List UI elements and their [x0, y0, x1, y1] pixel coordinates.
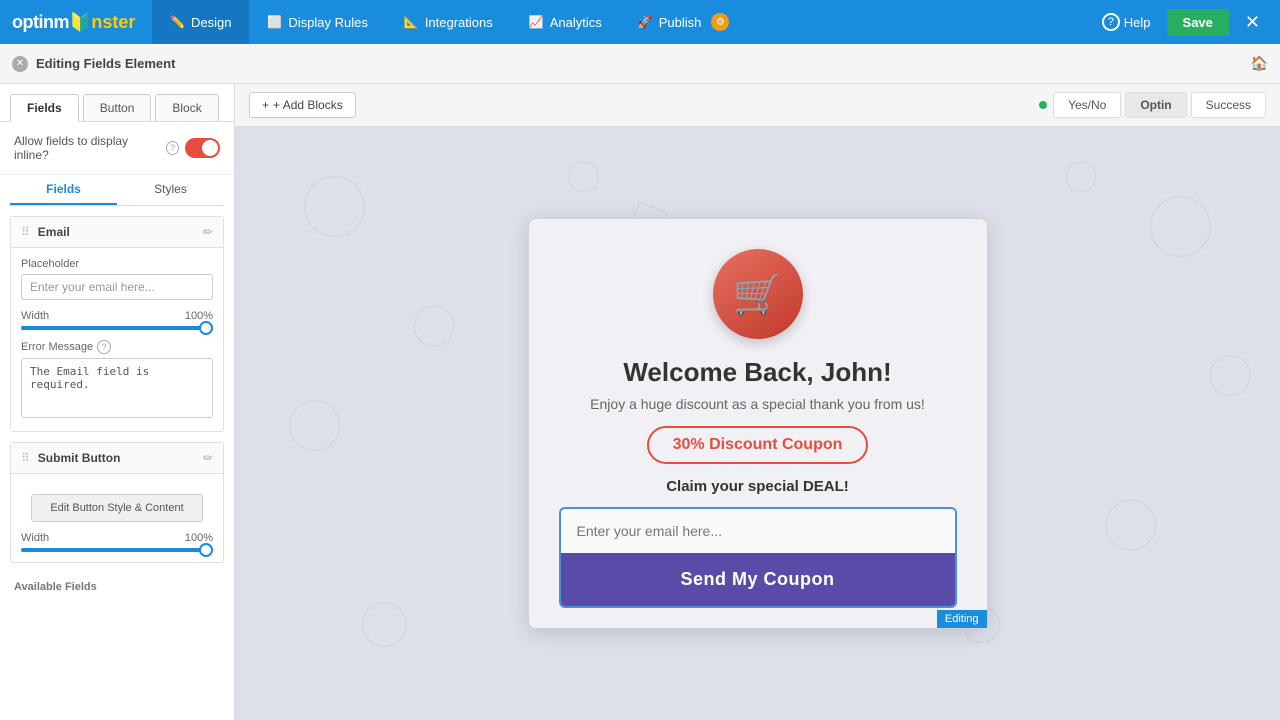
sub-header: ✕ Editing Fields Element 🏠 — [0, 44, 1280, 84]
email-slider-thumb[interactable] — [199, 321, 213, 335]
email-field-header: ⠿ Email ✏ — [11, 217, 223, 248]
publish-icon: 🚀 — [638, 15, 653, 29]
error-msg-label: Error Message — [21, 341, 93, 353]
save-button[interactable]: Save — [1167, 9, 1229, 36]
inline-help-icon[interactable]: ? — [166, 141, 180, 155]
error-help-icon[interactable]: ? — [97, 340, 111, 354]
panel-tabs: Fields Button Block — [0, 84, 234, 122]
placeholder-label: Placeholder — [21, 258, 213, 270]
email-edit-pencil[interactable]: ✏ — [203, 225, 213, 239]
logo-monster: 🔰nster — [69, 12, 135, 33]
active-dot — [1039, 101, 1047, 109]
integrations-icon: 📐 — [404, 15, 419, 29]
nav-tabs: ✏️ Design ⬜ Display Rules 📐 Integrations… — [152, 0, 1094, 44]
submit-block-body: Edit Button Style & Content Width 100% — [11, 474, 223, 562]
panel-tab-fields[interactable]: Fields — [10, 94, 79, 122]
submit-edit-pencil[interactable]: ✏ — [203, 451, 213, 465]
submit-width-slider[interactable] — [21, 548, 213, 552]
email-field-body: Placeholder Width 100% Error Message ? T… — [11, 248, 223, 431]
design-icon: ✏️ — [170, 15, 185, 29]
toggle-knob — [202, 140, 218, 156]
nav-tab-publish[interactable]: 🚀 Publish ⚙ — [620, 0, 748, 44]
inline-toggle-switch[interactable] — [185, 138, 220, 158]
submit-block-title: Submit Button — [38, 451, 121, 465]
popup-title: Welcome Back, John! — [623, 357, 891, 388]
help-button[interactable]: ? Help — [1094, 9, 1159, 35]
canvas-area: 🛒 Welcome Back, John! Enjoy a huge disco… — [235, 127, 1280, 720]
cart-icon: 🛒 — [733, 271, 783, 318]
help-icon: ? — [1102, 13, 1120, 31]
submit-block-header: ⠿ Submit Button ✏ — [11, 443, 223, 474]
email-width-label: Width — [21, 310, 49, 322]
fs-tab-fields[interactable]: Fields — [10, 175, 117, 205]
email-field-title: Email — [38, 225, 70, 239]
panel-tab-button[interactable]: Button — [83, 94, 152, 121]
logo: optinm🔰nster — [12, 12, 152, 33]
close-editing-button[interactable]: ✕ — [12, 56, 28, 72]
submit-drag-handle[interactable]: ⠿ — [21, 451, 30, 465]
submit-slider-fill — [21, 548, 213, 552]
view-tab-yes-no[interactable]: Yes/No — [1053, 92, 1121, 118]
error-textarea[interactable]: The Email field is required. — [21, 358, 213, 418]
popup-card: 🛒 Welcome Back, John! Enjoy a huge disco… — [528, 218, 988, 629]
nav-tab-analytics[interactable]: 📈 Analytics — [511, 0, 620, 44]
popup-submit-button[interactable]: Send My Coupon — [561, 553, 955, 606]
submit-width-row: Width 100% — [21, 532, 213, 544]
inline-toggle-label: Allow fields to display inline? — [14, 134, 160, 162]
error-msg-row: Error Message ? — [21, 340, 213, 354]
available-fields-label: Available Fields — [0, 573, 234, 593]
coupon-badge: 30% Discount Coupon — [647, 426, 869, 464]
nav-right: ? Help Save ✕ — [1094, 8, 1268, 37]
popup-icon-wrap: 🛒 — [713, 249, 803, 339]
popup-subtitle: Enjoy a huge discount as a special thank… — [590, 396, 925, 412]
nav-tab-integrations[interactable]: 📐 Integrations — [386, 0, 511, 44]
email-width-row: Width 100% — [21, 310, 213, 322]
home-icon[interactable]: 🏠 — [1251, 55, 1268, 72]
email-slider-fill — [21, 326, 213, 330]
email-field-block: ⠿ Email ✏ Placeholder Width 100% Error M… — [10, 216, 224, 432]
fs-tab-styles[interactable]: Styles — [117, 175, 224, 205]
editing-label: Editing Fields Element — [36, 56, 175, 71]
inline-toggle-row: Allow fields to display inline? ? — [0, 122, 234, 175]
fields-styles-tabs: Fields Styles — [10, 175, 224, 206]
center-canvas: + + Add Blocks Yes/No Optin Success — [235, 84, 1280, 720]
display-rules-icon: ⬜ — [267, 15, 282, 29]
add-blocks-button[interactable]: + + Add Blocks — [249, 92, 356, 118]
submit-width-value: 100% — [185, 532, 213, 544]
panel-tab-block[interactable]: Block — [155, 94, 218, 121]
view-tab-success[interactable]: Success — [1191, 92, 1266, 118]
email-width-value: 100% — [185, 310, 213, 322]
placeholder-input[interactable] — [21, 274, 213, 300]
popup-email-input[interactable] — [561, 509, 955, 553]
main-layout: Fields Button Block Allow fields to disp… — [0, 84, 1280, 720]
logo-text: optinm — [12, 12, 69, 33]
publish-badge: ⚙ — [711, 13, 729, 31]
claim-text: Claim your special DEAL! — [666, 478, 849, 495]
popup-form: Send My Coupon Editing — [559, 507, 957, 608]
email-drag-handle[interactable]: ⠿ — [21, 225, 30, 239]
plus-icon: + — [262, 98, 269, 112]
submit-button-block: ⠿ Submit Button ✏ Edit Button Style & Co… — [10, 442, 224, 563]
top-nav: optinm🔰nster ✏️ Design ⬜ Display Rules 📐… — [0, 0, 1280, 44]
submit-slider-thumb[interactable] — [199, 543, 213, 557]
canvas-toolbar: + + Add Blocks Yes/No Optin Success — [235, 84, 1280, 127]
analytics-icon: 📈 — [529, 15, 544, 29]
close-nav-button[interactable]: ✕ — [1237, 8, 1268, 37]
edit-button-style-button[interactable]: Edit Button Style & Content — [31, 494, 203, 522]
submit-width-label: Width — [21, 532, 49, 544]
left-panel: Fields Button Block Allow fields to disp… — [0, 84, 235, 720]
view-tab-optin[interactable]: Optin — [1125, 92, 1186, 118]
nav-tab-design[interactable]: ✏️ Design — [152, 0, 249, 44]
view-tabs: Yes/No Optin Success — [1039, 92, 1266, 118]
nav-tab-display-rules[interactable]: ⬜ Display Rules — [249, 0, 385, 44]
email-width-slider[interactable] — [21, 326, 213, 330]
